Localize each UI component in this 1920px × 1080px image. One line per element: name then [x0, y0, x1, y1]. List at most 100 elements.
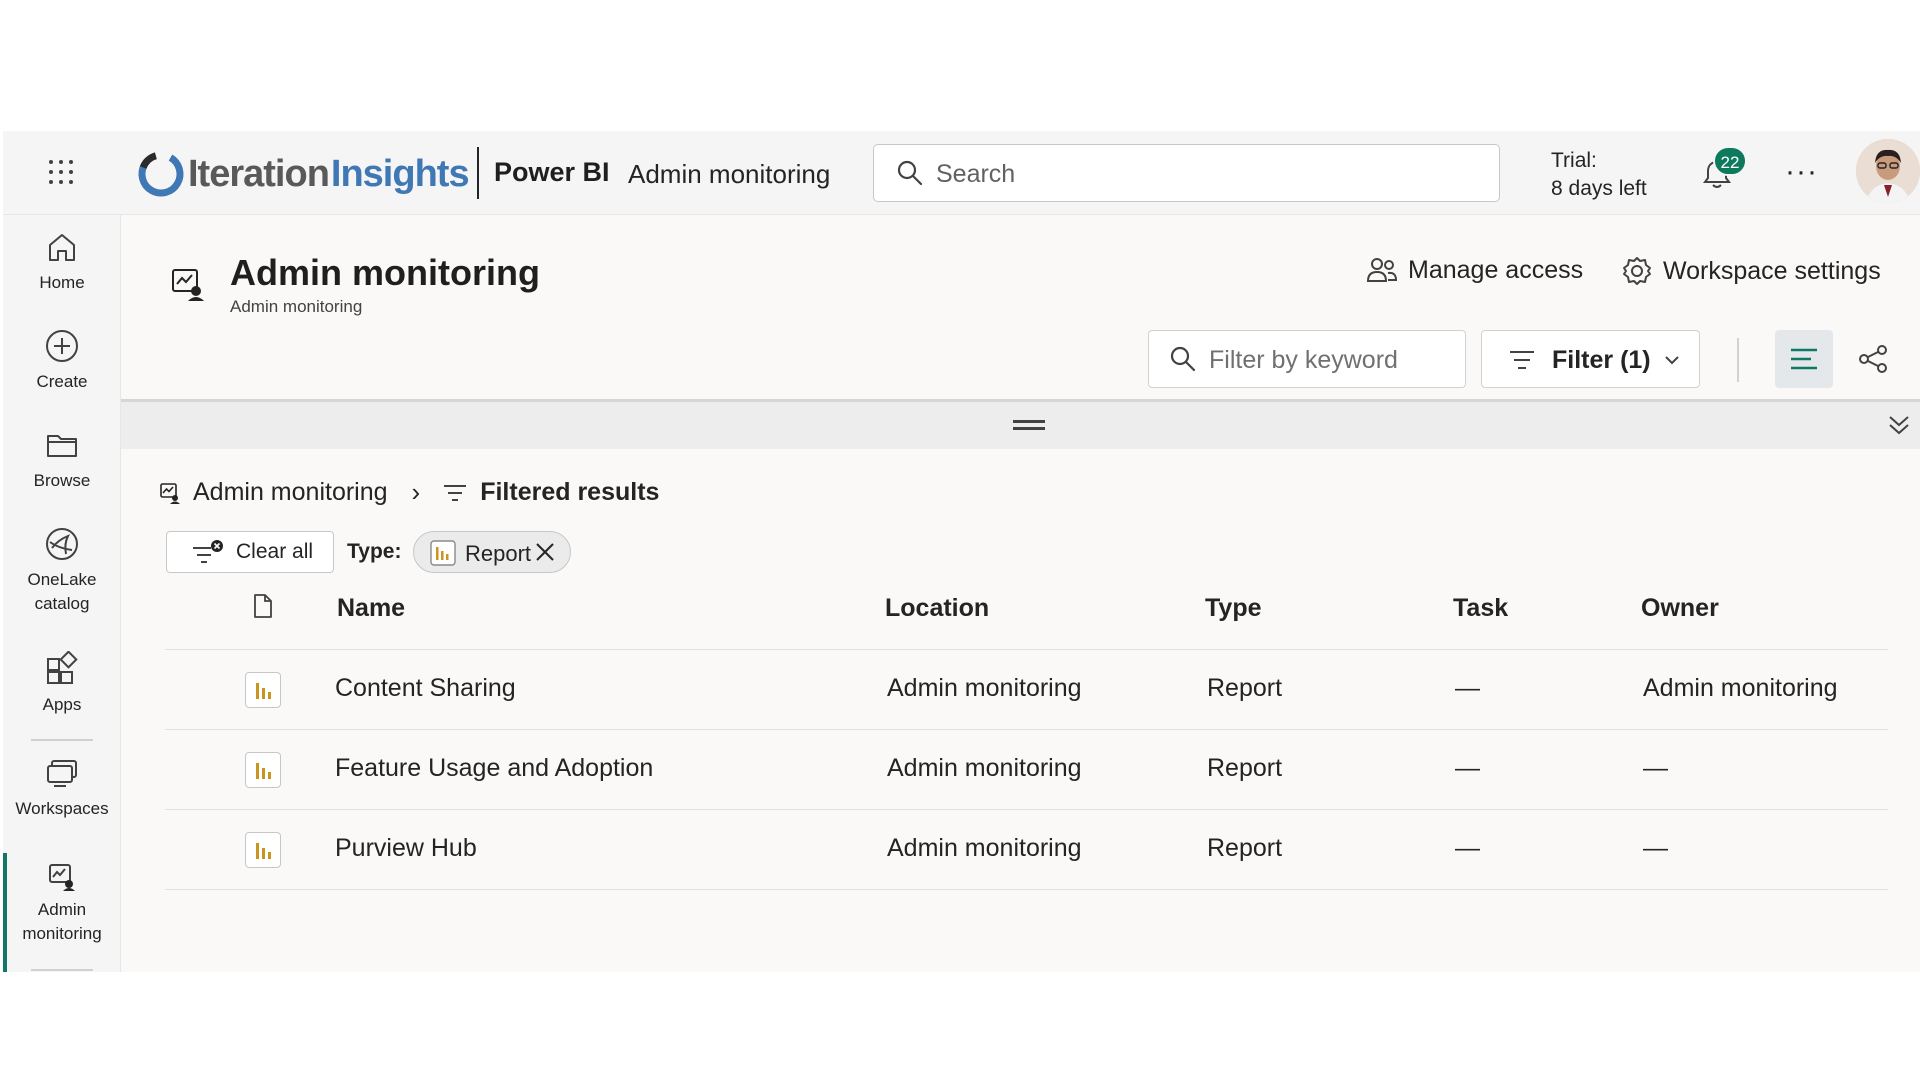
list-view-button[interactable]	[1775, 330, 1833, 388]
trial-label: Trial:	[1551, 149, 1597, 172]
workspace-settings-button[interactable]: Workspace settings	[1621, 255, 1881, 287]
more-options-icon[interactable]: ···	[1785, 155, 1818, 189]
close-icon[interactable]	[533, 540, 557, 564]
row-type: Report	[1207, 754, 1283, 782]
row-type: Report	[1207, 834, 1283, 862]
page-title: Admin monitoring	[230, 252, 540, 293]
app-launcher-icon[interactable]	[45, 156, 77, 188]
company-logo[interactable]: Iteration Insights	[136, 148, 470, 200]
nav-workspaces[interactable]: Workspaces	[3, 755, 121, 821]
double-chevron-down-icon[interactable]	[1887, 414, 1911, 436]
top-bar: Iteration Insights Power BI Admin monito…	[3, 131, 1920, 215]
row-name[interactable]: Purview Hub	[335, 834, 477, 863]
table-row[interactable]: Feature Usage and Adoption Admin monitor…	[165, 730, 1888, 810]
nav-apps[interactable]: Apps	[3, 651, 121, 717]
onelake-icon	[46, 528, 78, 560]
pane-splitter[interactable]	[121, 399, 1920, 449]
list-view-icon	[1791, 348, 1817, 370]
row-owner: Admin monitoring	[1643, 674, 1838, 702]
breadcrumb-chevron-icon: ›	[411, 477, 421, 507]
product-name[interactable]: Power BI	[494, 157, 610, 188]
left-navigation: Home Create Browse OneLake catalog Apps …	[3, 215, 121, 972]
filter-keyword-input[interactable]: Filter by keyword	[1148, 330, 1466, 388]
search-placeholder: Search	[936, 160, 1016, 188]
workspace-monitor-icon	[49, 864, 75, 891]
column-header-location[interactable]: Location	[885, 594, 989, 623]
type-filter-chip-label: Report	[465, 541, 532, 566]
trial-status[interactable]: Trial: 8 days left	[1551, 147, 1647, 203]
drag-handle-icon[interactable]	[1013, 420, 1045, 430]
top-workspace-name[interactable]: Admin monitoring	[628, 159, 830, 190]
breadcrumb: Admin monitoring › Filtered results	[159, 477, 659, 508]
row-task: —	[1455, 674, 1480, 702]
clear-filter-icon	[193, 540, 223, 563]
logo-word-insights: Insights	[330, 152, 470, 195]
report-icon	[245, 832, 281, 868]
people-icon	[1366, 258, 1398, 282]
user-photo-icon	[1856, 139, 1920, 203]
folder-icon	[47, 435, 77, 457]
home-icon	[49, 234, 75, 261]
report-icon	[245, 672, 281, 708]
app-frame: Iteration Insights Power BI Admin monito…	[3, 131, 1920, 972]
row-name[interactable]: Feature Usage and Adoption	[335, 754, 653, 783]
column-header-task[interactable]: Task	[1453, 594, 1508, 623]
plus-circle-icon	[46, 330, 78, 362]
toolbar-divider	[1737, 338, 1739, 382]
nav-workspaces-label: Workspaces	[15, 799, 109, 818]
column-header-name[interactable]: Name	[337, 594, 405, 623]
manage-access-label: Manage access	[1408, 255, 1584, 284]
nav-admin-monitoring[interactable]: Admin monitoring	[3, 862, 121, 946]
breadcrumb-root[interactable]: Admin monitoring	[193, 478, 388, 507]
filter-button-label: Filter (1)	[1552, 346, 1651, 374]
nav-browse[interactable]: Browse	[3, 427, 121, 493]
global-search-input[interactable]: Search	[873, 144, 1500, 202]
logo-ring-icon	[138, 151, 184, 197]
user-avatar[interactable]	[1856, 139, 1920, 203]
type-filter-label: Type:	[347, 540, 402, 563]
row-type: Report	[1207, 674, 1283, 702]
nav-browse-label: Browse	[33, 471, 91, 490]
report-icon	[430, 540, 456, 566]
row-location: Admin monitoring	[887, 754, 1082, 782]
logo-word-iteration: Iteration	[188, 152, 330, 195]
logo-divider	[477, 147, 479, 199]
nav-separator	[31, 739, 93, 741]
nav-onelake-catalog[interactable]: OneLake catalog	[3, 526, 121, 616]
column-header-type[interactable]: Type	[1205, 594, 1262, 623]
row-location: Admin monitoring	[887, 674, 1082, 702]
search-icon	[897, 160, 923, 186]
nav-apps-label: Apps	[42, 695, 82, 714]
type-filter-chip[interactable]: Report	[413, 531, 571, 573]
notification-count-badge: 22	[1713, 146, 1747, 176]
filter-lines-icon	[444, 484, 467, 501]
row-name[interactable]: Content Sharing	[335, 674, 516, 703]
apps-icon	[47, 651, 78, 684]
table-row[interactable]: Content Sharing Admin monitoring Report …	[165, 650, 1888, 730]
nav-create[interactable]: Create	[3, 328, 121, 394]
table-row[interactable]: Purview Hub Admin monitoring Report — —	[165, 810, 1888, 890]
report-icon	[245, 752, 281, 788]
row-owner: —	[1643, 754, 1668, 782]
nav-onelake-label: OneLake catalog	[27, 570, 97, 613]
workspace-icon	[172, 269, 204, 301]
nav-home[interactable]: Home	[3, 229, 121, 295]
workspace-settings-label: Workspace settings	[1663, 256, 1881, 285]
clear-all-label: Clear all	[236, 540, 314, 563]
workspace-monitor-icon	[160, 482, 180, 504]
manage-access-button[interactable]: Manage access	[1366, 255, 1583, 285]
filter-dropdown-button[interactable]: Filter (1)	[1481, 330, 1700, 388]
breadcrumb-current: Filtered results	[480, 478, 660, 506]
filter-keyword-placeholder: Filter by keyword	[1209, 346, 1398, 374]
column-header-owner[interactable]: Owner	[1641, 594, 1719, 623]
main-content: Admin monitoring Admin monitoring Manage…	[121, 215, 1920, 972]
workspaces-icon	[47, 760, 77, 787]
clear-all-button[interactable]: Clear all	[166, 531, 334, 573]
trial-days-left: 8 days left	[1551, 177, 1647, 200]
row-location: Admin monitoring	[887, 834, 1082, 862]
row-owner: —	[1643, 834, 1668, 862]
nav-create-label: Create	[36, 372, 88, 391]
lineage-view-icon[interactable]	[1858, 344, 1890, 374]
nav-home-label: Home	[39, 273, 85, 292]
row-task: —	[1455, 834, 1480, 862]
